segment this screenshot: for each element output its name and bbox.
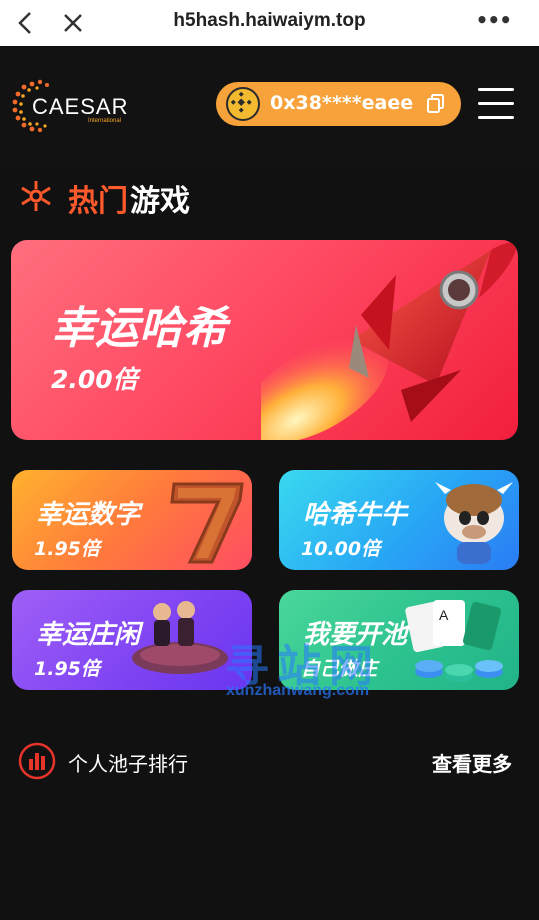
game-name: 幸运庄闲	[36, 620, 141, 650]
game-name: 幸运数字	[36, 500, 141, 530]
hamburger-menu-icon[interactable]	[478, 88, 514, 120]
view-more-link[interactable]: 查看更多	[432, 748, 512, 777]
game-name: 哈希牛牛	[303, 500, 408, 530]
game-card-lucky-hash[interactable]: 幸运哈希 2.00倍	[11, 240, 518, 440]
logo-text: CAESAR	[32, 94, 129, 119]
wallet-address: 0x38****eaee	[270, 92, 414, 114]
ranking-row[interactable]: 个人池子排行 查看更多	[18, 740, 518, 782]
bull-mascot-icon	[435, 482, 513, 564]
url-text[interactable]: h5hash.haiwaiym.top	[0, 10, 539, 32]
background-decoration	[0, 880, 539, 920]
ranking-label: 个人池子排行	[68, 752, 188, 776]
game-multiplier: 10.00倍	[301, 538, 381, 560]
rocket-icon	[261, 242, 517, 440]
more-options-icon[interactable]: •••	[476, 8, 512, 32]
hot-games-icon	[21, 181, 51, 211]
app-header: CAESAR International 0x38****eaee	[0, 46, 539, 162]
title-part-hot: 热门	[68, 184, 128, 219]
game-multiplier: 1.95倍	[34, 658, 100, 680]
browser-bar: h5hash.haiwaiym.top •••	[0, 0, 539, 46]
game-card-lucky-number[interactable]: 幸运数字 1.95倍	[12, 470, 252, 570]
game-card-hash-niuniu[interactable]: 哈希牛牛 10.00倍	[279, 470, 519, 570]
wallet-address-pill[interactable]: 0x38****eaee	[216, 82, 461, 126]
cards-chips-icon: A	[405, 600, 503, 682]
ranking-chart-icon	[18, 742, 56, 780]
number-seven-icon	[170, 482, 244, 564]
game-multiplier: 2.00倍	[51, 365, 138, 394]
game-multiplier: 1.95倍	[34, 538, 100, 560]
logo-subtitle: International	[88, 118, 122, 124]
title-part-games: 游戏	[130, 184, 190, 219]
copy-icon[interactable]	[427, 94, 445, 114]
watermark-url: xunzhanwang.com	[226, 682, 370, 699]
game-card-lucky-banker-player[interactable]: 幸运庄闲 1.95倍	[12, 590, 252, 690]
svg-text:A: A	[439, 607, 449, 623]
game-name: 幸运哈希	[51, 303, 227, 354]
bnb-coin-icon	[226, 87, 260, 121]
